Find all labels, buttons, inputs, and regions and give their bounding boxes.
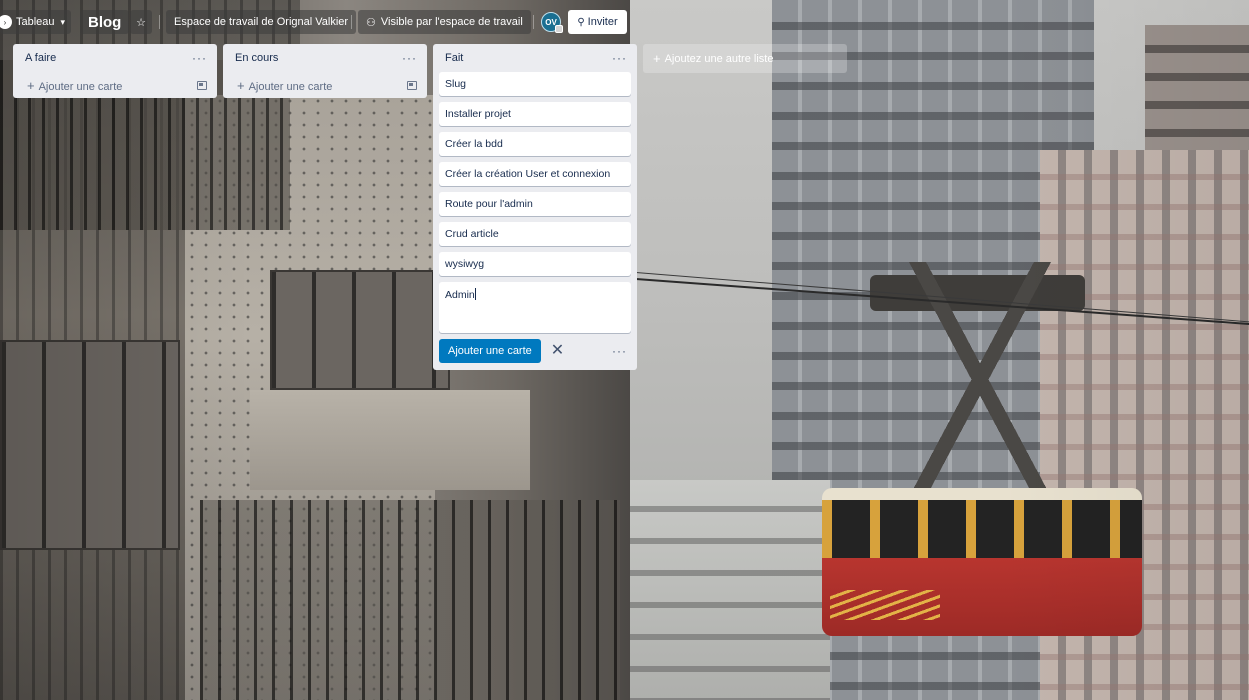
header-divider	[159, 15, 160, 29]
card-template-icon[interactable]	[407, 80, 417, 90]
card[interactable]: Slug	[439, 72, 631, 96]
add-card-button[interactable]: + Ajouter une carte	[223, 72, 427, 98]
invite-button[interactable]: ⚲ Inviter	[568, 10, 627, 34]
admin-badge-icon	[555, 25, 563, 33]
card[interactable]: Installer projet	[439, 102, 631, 126]
plus-icon: +	[237, 77, 245, 93]
board-view-icon: ›	[0, 15, 12, 29]
card-composer-value: Admin	[445, 289, 475, 301]
add-card-button[interactable]: + Ajouter une carte	[13, 72, 217, 98]
composer-actions: Ajouter une carte ✕ ···	[439, 338, 631, 370]
list-en-cours: En cours ··· + Ajouter une carte	[223, 44, 427, 98]
card[interactable]: Créer la création User et connexion	[439, 162, 631, 186]
star-button[interactable]: ☆	[130, 10, 152, 34]
card[interactable]: Créer la bdd	[439, 132, 631, 156]
workspace-button[interactable]: Espace de travail de Orignal Valkier	[166, 10, 357, 34]
view-switcher-label: Tableau	[16, 16, 55, 28]
ellipsis-icon[interactable]: ···	[402, 51, 417, 65]
view-switcher-button[interactable]: › Tableau ▾	[0, 10, 72, 34]
visibility-button[interactable]: ⚇ Visible par l'espace de travail	[358, 10, 531, 34]
card-template-icon[interactable]	[197, 80, 207, 90]
close-icon[interactable]: ✕	[551, 343, 564, 359]
add-list-label: Ajoutez une autre liste	[664, 52, 774, 65]
add-card-label: Ajouter une carte	[38, 80, 123, 93]
user-add-icon: ⚲	[577, 16, 585, 28]
card[interactable]: wysiwyg	[439, 252, 631, 276]
add-list-button[interactable]: + Ajoutez une autre liste	[643, 44, 847, 73]
list-header: Fait ···	[433, 44, 637, 72]
card[interactable]: Route pour l'admin	[439, 192, 631, 216]
visibility-label: Visible par l'espace de travail	[380, 16, 523, 28]
star-icon: ☆	[136, 16, 146, 29]
add-card-submit-button[interactable]: Ajouter une carte	[439, 339, 541, 363]
ellipsis-icon[interactable]: ···	[612, 344, 627, 358]
plus-icon: +	[27, 77, 35, 93]
ellipsis-icon[interactable]: ···	[192, 51, 207, 65]
list-title[interactable]: A faire	[25, 52, 56, 64]
member-avatar[interactable]: OV	[541, 12, 563, 33]
plus-icon: +	[653, 51, 661, 66]
people-icon: ⚇	[366, 16, 376, 29]
board-header: › Tableau ▾ Blog ☆ Espace de travail de …	[0, 0, 1249, 44]
card[interactable]: Crud article	[439, 222, 631, 246]
chevron-down-icon: ▾	[60, 16, 66, 27]
list-fait: Fait ··· Slug Installer projet Créer la …	[433, 44, 637, 370]
list-header: A faire ···	[13, 44, 217, 72]
invite-label: Inviter	[587, 16, 618, 28]
board-title[interactable]: Blog	[80, 10, 130, 34]
list-a-faire: A faire ··· + Ajouter une carte	[13, 44, 217, 98]
header-divider	[533, 15, 534, 29]
list-title[interactable]: Fait	[445, 52, 463, 64]
ellipsis-icon[interactable]: ···	[612, 51, 627, 65]
add-card-label: Ajouter une carte	[248, 80, 333, 93]
card-list: Slug Installer projet Créer la bdd Créer…	[433, 72, 637, 370]
text-caret	[474, 288, 476, 300]
card-composer-textarea[interactable]: Admin	[439, 282, 631, 333]
list-title[interactable]: En cours	[235, 52, 278, 64]
list-header: En cours ···	[223, 44, 427, 72]
header-divider	[351, 15, 352, 29]
